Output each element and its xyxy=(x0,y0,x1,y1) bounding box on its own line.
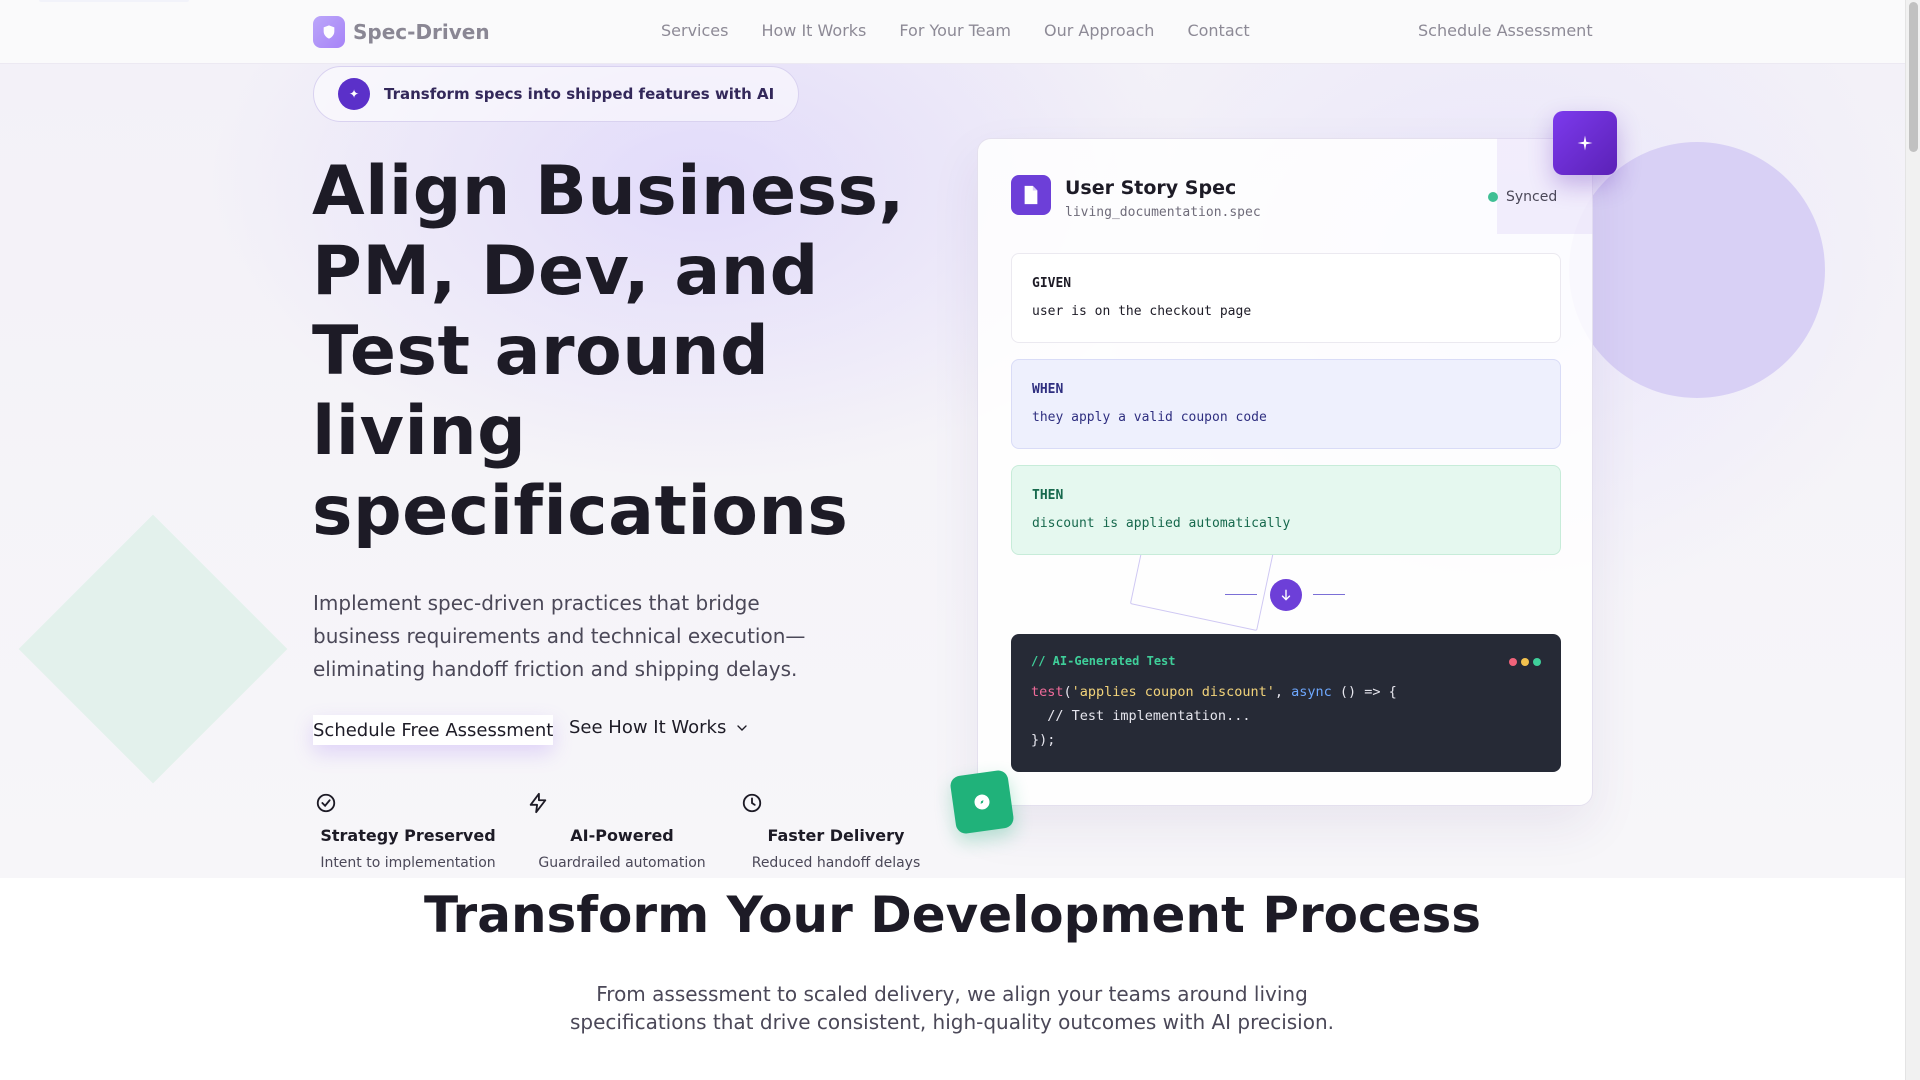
compass-icon xyxy=(949,769,1015,835)
brand-name: Spec-Driven xyxy=(353,20,490,44)
process-section: Transform Your Development Process From … xyxy=(0,878,1905,1080)
feature-title: Strategy Preserved xyxy=(320,826,496,845)
hero-title: Align Business, PM, Dev, and Test around… xyxy=(312,152,905,551)
connector-line-left xyxy=(1225,594,1257,595)
feature-title: AI-Powered xyxy=(570,826,674,845)
hero-badge: ✦ Transform specs into shipped features … xyxy=(313,66,800,122)
status-dot xyxy=(1488,192,1498,202)
when-block: WHEN they apply a valid coupon code xyxy=(1011,359,1561,449)
check-circle-icon xyxy=(316,793,336,813)
scrollbar-thumb[interactable] xyxy=(1909,2,1918,152)
schedule-assessment-link[interactable]: Schedule Assessment xyxy=(1418,21,1593,40)
feature-ai-powered: AI-Powered Guardrailed automation xyxy=(527,792,741,871)
chevron-down-icon xyxy=(737,724,748,731)
nav-for-your-team[interactable]: For Your Team xyxy=(899,21,1011,40)
sparkle-icon: ✦ xyxy=(338,78,370,110)
nav-how-it-works[interactable]: How It Works xyxy=(761,21,866,40)
document-icon xyxy=(1011,175,1051,215)
clock-icon xyxy=(742,793,762,813)
given-block: GIVEN user is on the checkout page xyxy=(1011,253,1561,343)
code-line-1: test('applies coupon discount', async ()… xyxy=(1031,684,1397,700)
see-how-it-works-label: See How It Works xyxy=(569,717,727,738)
then-text: discount is applied automatically xyxy=(1032,516,1291,531)
code-block: // AI-Generated Test test('applies coupo… xyxy=(1011,634,1561,772)
decorative-circle xyxy=(1569,142,1825,398)
sync-status: Synced xyxy=(1488,189,1557,205)
given-label: GIVEN xyxy=(1032,276,1072,291)
feature-title: Faster Delivery xyxy=(767,826,905,845)
section-title: Transform Your Development Process xyxy=(423,886,1482,944)
spec-filename: living_documentation.spec xyxy=(1065,205,1261,220)
hero-subtitle: Implement spec-driven practices that bri… xyxy=(313,591,806,681)
spec-card: User Story Spec living_documentation.spe… xyxy=(977,138,1593,806)
code-header: // AI-Generated Test xyxy=(1031,654,1176,668)
given-text: user is on the checkout page xyxy=(1032,304,1252,319)
then-block: THEN discount is applied automatically xyxy=(1011,465,1561,555)
feature-faster-delivery: Faster Delivery Reduced handoff delays xyxy=(741,792,955,871)
spec-title: User Story Spec xyxy=(1065,177,1237,199)
page-scrollbar[interactable] xyxy=(1905,0,1920,1080)
hero-features: Strategy Preserved Intent to implementat… xyxy=(313,792,955,871)
nav-services[interactable]: Services xyxy=(661,21,728,40)
badge-text: Transform specs into shipped features wi… xyxy=(384,85,775,103)
nav-our-approach[interactable]: Our Approach xyxy=(1044,21,1154,40)
code-line-3: }); xyxy=(1031,732,1056,748)
arrow-down-icon xyxy=(1270,579,1302,611)
feature-subtitle: Intent to implementation xyxy=(320,855,496,871)
site-header: Spec-Driven Services How It Works For Yo… xyxy=(0,0,1905,64)
see-how-it-works-button[interactable]: See How It Works xyxy=(569,717,750,738)
brand-logo[interactable]: Spec-Driven xyxy=(313,16,490,48)
nav-contact[interactable]: Contact xyxy=(1187,21,1249,40)
connector-line-right xyxy=(1313,594,1345,595)
spec-card-header: User Story Spec living_documentation.spe… xyxy=(1011,175,1261,220)
lightning-icon xyxy=(529,792,547,814)
section-subtitle: From assessment to scaled delivery, we a… xyxy=(570,982,1334,1034)
main-nav: Services How It Works For Your Team Our … xyxy=(661,21,1250,40)
code-line-2: // Test implementation... xyxy=(1031,708,1251,724)
window-dots xyxy=(1509,658,1541,666)
when-label: WHEN xyxy=(1032,382,1064,397)
then-label: THEN xyxy=(1032,488,1064,503)
shield-icon xyxy=(313,16,345,48)
sync-status-label: Synced xyxy=(1506,189,1558,205)
sparkle-plus-icon xyxy=(1553,111,1617,175)
feature-strategy-preserved: Strategy Preserved Intent to implementat… xyxy=(313,792,527,871)
feature-subtitle: Guardrailed automation xyxy=(538,855,706,871)
schedule-free-assessment-button[interactable]: Schedule Free Assessment xyxy=(313,715,554,745)
when-text: they apply a valid coupon code xyxy=(1032,410,1267,425)
feature-subtitle: Reduced handoff delays xyxy=(751,855,921,871)
